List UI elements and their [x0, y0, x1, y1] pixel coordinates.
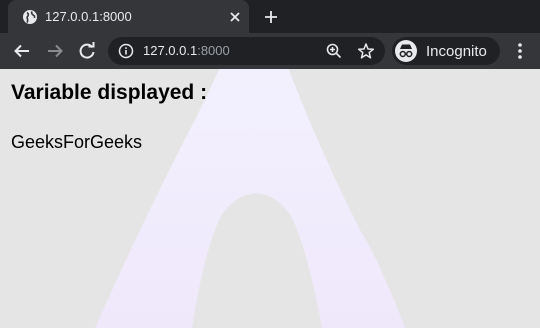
arch-logo-watermark: [95, 69, 405, 328]
page-text: GeeksForGeeks: [11, 132, 143, 152]
browser-toolbar: 127.0.0.1:8000 Incognito: [0, 33, 540, 69]
info-icon[interactable]: [118, 43, 134, 59]
plus-icon[interactable]: [262, 8, 280, 26]
tab-title: 127.0.0.1:8000: [45, 9, 132, 24]
url-text: 127.0.0.1:8000: [143, 43, 230, 58]
reload-icon[interactable]: [77, 41, 97, 61]
url-host: 127.0.0.1: [143, 43, 198, 58]
page-viewport: Variable displayed : GeeksForGeeks: [0, 69, 540, 328]
url-port: :8000: [197, 43, 230, 58]
page-heading: Variable displayed :: [11, 81, 208, 104]
tab-strip: 127.0.0.1:8000: [0, 0, 540, 33]
incognito-label: Incognito: [426, 43, 487, 60]
globe-icon: [22, 9, 38, 25]
back-arrow-icon[interactable]: [12, 41, 32, 61]
active-tab[interactable]: 127.0.0.1:8000: [8, 0, 249, 33]
incognito-profile-button[interactable]: Incognito: [392, 37, 500, 65]
kebab-menu-icon[interactable]: [511, 41, 529, 61]
forward-arrow-icon[interactable]: [45, 41, 65, 61]
star-icon[interactable]: [357, 42, 375, 60]
address-bar[interactable]: 127.0.0.1:8000: [108, 37, 385, 65]
incognito-icon: [395, 40, 417, 62]
zoom-icon[interactable]: [325, 42, 343, 60]
close-icon[interactable]: [227, 9, 243, 25]
